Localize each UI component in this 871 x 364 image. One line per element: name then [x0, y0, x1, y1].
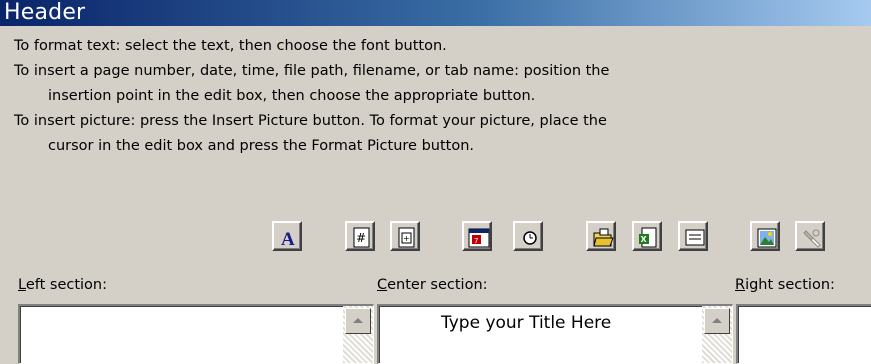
instruction-line-2: To insert a page number, date, time, fil…: [14, 63, 610, 79]
format-picture-button[interactable]: [795, 221, 825, 251]
title-bar: Header: [0, 0, 871, 26]
instruction-line-1: To format text: select the text, then ch…: [14, 38, 447, 54]
center-section-mnemonic: C: [377, 277, 388, 293]
right-section-label-text: ight section:: [745, 277, 835, 293]
left-section-label: Left section:: [18, 277, 107, 293]
insert-picture-button[interactable]: [750, 221, 780, 251]
left-section-scrollbar[interactable]: [343, 306, 373, 363]
right-section-mnemonic: R: [735, 277, 746, 293]
format-picture-icon: [803, 229, 821, 248]
dialog-title: Header: [4, 0, 86, 25]
svg-text:#: #: [356, 231, 366, 245]
font-icon: A: [281, 229, 295, 250]
date-icon: 7: [468, 228, 490, 248]
svg-text:X: X: [641, 235, 648, 244]
center-section-text: Type your Title Here: [441, 313, 612, 333]
left-section-editbox[interactable]: [18, 304, 374, 364]
file-path-button[interactable]: [586, 221, 616, 251]
date-button[interactable]: 7: [462, 221, 492, 251]
filename-icon: X: [639, 227, 657, 248]
time-button[interactable]: [513, 221, 543, 251]
right-section-label: Right section:: [735, 277, 835, 293]
filename-button[interactable]: X: [632, 221, 662, 251]
font-button[interactable]: A: [272, 221, 302, 251]
total-pages-button[interactable]: +: [390, 221, 420, 251]
center-section-scrollbar[interactable]: [702, 306, 732, 363]
left-section-label-text: eft section:: [25, 277, 108, 293]
sheet-name-icon: [685, 229, 705, 246]
left-section-mnemonic: L: [18, 277, 26, 293]
instruction-line-5: cursor in the edit box and press the For…: [48, 138, 475, 154]
scroll-up-button[interactable]: [345, 308, 371, 334]
instruction-line-3: insertion point in the edit box, then ch…: [48, 88, 536, 104]
page-number-button[interactable]: #: [345, 221, 375, 251]
right-section-editbox[interactable]: [736, 304, 871, 364]
svg-text:A: A: [281, 229, 295, 250]
center-section-label-text: enter section:: [387, 277, 488, 293]
insert-picture-icon: [757, 228, 777, 248]
file-path-icon: [593, 228, 614, 247]
time-icon: [523, 231, 537, 245]
total-pages-icon: +: [398, 227, 415, 248]
page-number-icon: #: [353, 227, 370, 248]
center-section-editbox[interactable]: Type your Title Here: [377, 304, 733, 364]
svg-text:+: +: [403, 234, 410, 243]
svg-text:7: 7: [474, 237, 478, 245]
center-section-label: Center section:: [377, 277, 488, 293]
instruction-line-4: To insert picture: press the Insert Pict…: [14, 113, 607, 129]
scroll-up-button[interactable]: [704, 308, 730, 334]
sheet-name-button[interactable]: [678, 221, 708, 251]
